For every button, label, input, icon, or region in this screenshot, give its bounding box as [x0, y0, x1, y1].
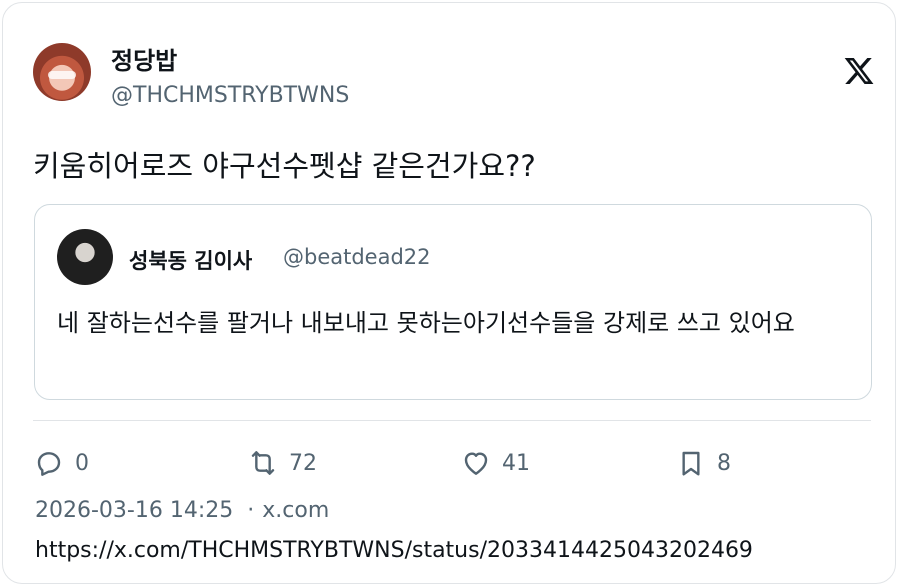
reply-icon — [37, 452, 61, 476]
quoted-author-handle[interactable]: @beatdead22 — [283, 245, 431, 269]
tweet-card: 정당밥 @THCHMSTRYBTWNS 키움히어로즈 야구선수펫샵 같은건가요?… — [2, 2, 896, 584]
divider — [33, 420, 871, 421]
author-handle[interactable]: @THCHMSTRYBTWNS — [111, 83, 349, 108]
x-logo-icon[interactable] — [843, 55, 875, 87]
bookmark-button[interactable]: 8 — [675, 443, 731, 483]
quoted-author-avatar[interactable] — [57, 229, 113, 285]
tweet-meta: 2026-03-16 14:25 · x.com — [35, 498, 330, 523]
tweet-timestamp[interactable]: 2026-03-16 14:25 — [35, 498, 233, 523]
bookmark-icon — [682, 451, 700, 476]
author-display-name[interactable]: 정당밥 — [111, 41, 177, 76]
author-avatar[interactable] — [33, 43, 91, 101]
like-count: 41 — [502, 450, 530, 476]
reply-count: 0 — [75, 450, 89, 476]
tweet-text: 키움히어로즈 야구선수펫샵 같은건가요?? — [33, 149, 536, 183]
quoted-author-name[interactable]: 성북동 김이사 — [129, 245, 252, 275]
tweet-url[interactable]: https://x.com/THCHMSTRYBTWNS/status/2033… — [35, 538, 753, 563]
retweet-icon — [251, 451, 275, 475]
like-button[interactable]: 41 — [460, 443, 530, 483]
bookmark-count: 8 — [717, 450, 731, 476]
heart-icon — [464, 452, 488, 475]
reply-button[interactable]: 0 — [33, 443, 89, 483]
quoted-tweet-text: 네 잘하는선수를 팔거나 내보내고 못하는아기선수들을 강제로 쓰고 있어요 — [57, 309, 795, 337]
retweet-count: 72 — [289, 450, 317, 476]
quoted-tweet[interactable]: 성북동 김이사 @beatdead22 네 잘하는선수를 팔거나 내보내고 못하… — [34, 204, 872, 400]
retweet-button[interactable]: 72 — [247, 443, 317, 483]
tweet-source[interactable]: x.com — [262, 498, 329, 523]
